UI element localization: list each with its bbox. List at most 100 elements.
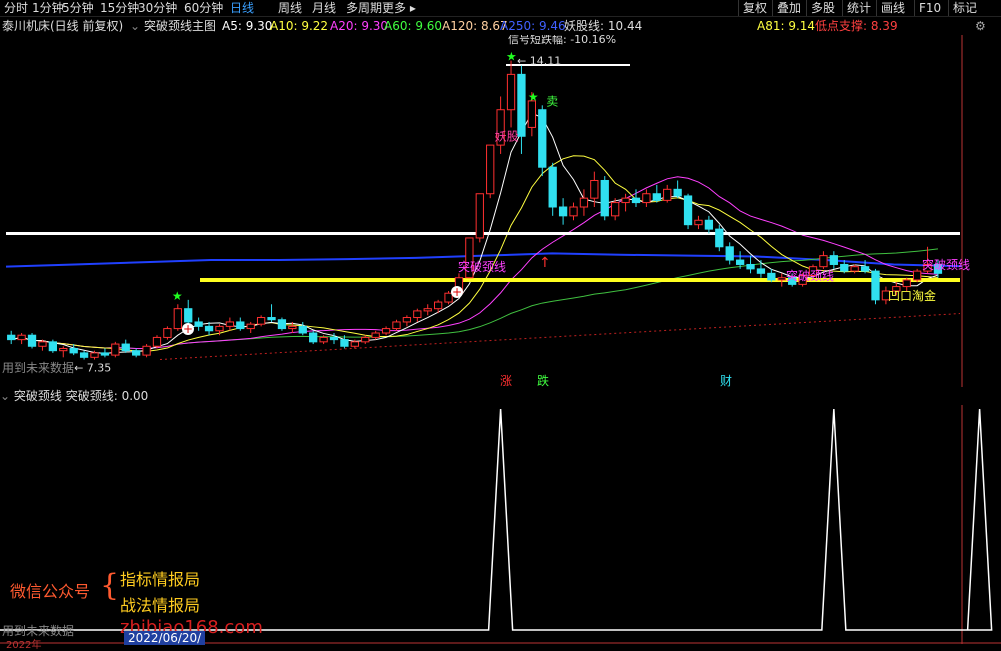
candle-body[interactable] (475, 193, 484, 239)
candle-body[interactable] (548, 166, 557, 208)
indicator-name[interactable]: 突破颈线主图 (144, 17, 216, 35)
toolbar-button-4[interactable]: 画线 (876, 0, 909, 16)
candle-body[interactable] (173, 308, 182, 330)
candle-body[interactable] (319, 336, 328, 343)
candle-body[interactable] (433, 301, 443, 310)
candle-body[interactable] (569, 206, 578, 217)
period-tab-9[interactable]: 多周期 (346, 0, 382, 16)
candle-body[interactable] (590, 179, 599, 199)
candle-body[interactable] (288, 325, 297, 330)
toolbar-button-0[interactable]: 复权 (738, 0, 771, 16)
main-candlestick-chart[interactable]: 信号短跌幅: -10.16%← 14.11← 7.35卖妖股突破颈线突破颈线突破… (0, 35, 1001, 387)
candle-body[interactable] (756, 268, 766, 274)
candle-body[interactable] (715, 228, 724, 248)
candle-body[interactable] (829, 255, 838, 265)
candle-body[interactable] (704, 219, 714, 230)
stock-name[interactable]: 泰川机床(日线 前复权) (2, 17, 123, 35)
candle-body[interactable] (735, 259, 745, 265)
candle-body[interactable] (361, 336, 370, 343)
candle-body[interactable] (486, 144, 495, 195)
candle-body[interactable] (215, 325, 224, 332)
candle-body[interactable] (527, 100, 537, 128)
period-tab-6[interactable]: 日线 (230, 0, 254, 16)
candle-body[interactable] (694, 219, 703, 226)
toolbar-button-5[interactable]: F10 (914, 0, 945, 16)
candle-body[interactable] (194, 321, 203, 327)
candle-body[interactable] (184, 308, 193, 323)
candle-body[interactable] (90, 352, 99, 358)
period-tab-2[interactable]: 5分钟 (62, 0, 94, 16)
candle-body[interactable] (152, 336, 162, 347)
candle-body[interactable] (402, 317, 412, 323)
candle-body[interactable] (371, 332, 380, 338)
candle-body[interactable] (69, 347, 78, 354)
chevron-down-icon[interactable]: ⌄ (130, 17, 140, 35)
candle-body[interactable] (517, 73, 526, 137)
candle-body[interactable] (7, 334, 16, 341)
candle-body[interactable] (663, 188, 672, 201)
sub-indicator-title[interactable]: 突破颈线 (14, 389, 62, 403)
candle-body[interactable] (329, 336, 339, 341)
candle-body[interactable] (246, 323, 255, 330)
candle-body[interactable] (777, 277, 786, 281)
candle-body[interactable] (204, 325, 214, 332)
candle-body[interactable] (132, 350, 141, 356)
chevron-down-icon[interactable]: ⌄ (0, 389, 10, 403)
candle-body[interactable] (642, 193, 651, 204)
candle-body[interactable] (652, 193, 661, 201)
settings-gear-icon[interactable]: ⚙ (975, 17, 986, 35)
candle-body[interactable] (38, 341, 47, 347)
toolbar-button-6[interactable]: 标记 (948, 0, 981, 16)
period-tab-0[interactable]: 分时 (4, 0, 28, 16)
period-tab-10[interactable]: 更多 ▸ (382, 0, 416, 16)
candle-body[interactable] (600, 179, 609, 217)
candle-body[interactable] (48, 341, 58, 352)
candle-body[interactable] (27, 334, 37, 347)
candle-body[interactable] (871, 270, 880, 301)
candle-body[interactable] (267, 317, 276, 321)
candle-body[interactable] (725, 246, 734, 261)
candle-body[interactable] (225, 321, 235, 327)
candle-body[interactable] (631, 197, 641, 204)
candle-body[interactable] (350, 341, 359, 347)
period-tab-8[interactable]: 月线 (312, 0, 336, 16)
candle-body[interactable] (767, 272, 776, 281)
candle-body[interactable] (79, 352, 89, 358)
period-tab-4[interactable]: 30分钟 (138, 0, 177, 16)
period-tab-7[interactable]: 周线 (278, 0, 302, 16)
candle-body[interactable] (381, 328, 391, 334)
candle-body[interactable] (850, 266, 859, 272)
candle-body[interactable] (558, 206, 568, 217)
candle-body[interactable] (413, 310, 422, 319)
candle-body[interactable] (277, 319, 287, 330)
candle-body[interactable] (121, 343, 130, 352)
candle-body[interactable] (256, 317, 266, 325)
candle-body[interactable] (236, 321, 245, 330)
candle-body[interactable] (392, 321, 401, 330)
candle-body[interactable] (611, 202, 620, 217)
toolbar-button-3[interactable]: 统计 (842, 0, 875, 16)
candle-body[interactable] (746, 263, 755, 270)
candle-body[interactable] (17, 334, 26, 341)
candle-body[interactable] (673, 188, 682, 197)
candle-body[interactable] (860, 266, 870, 272)
period-tab-5[interactable]: 60分钟 (184, 0, 223, 16)
candle-body[interactable] (579, 197, 589, 208)
toolbar-button-1[interactable]: 叠加 (772, 0, 805, 16)
candle-body[interactable] (840, 263, 849, 272)
candle-body[interactable] (340, 339, 349, 347)
candle-body[interactable] (309, 332, 318, 343)
candle-body[interactable] (111, 343, 120, 356)
toolbar-button-2[interactable]: 多股 (806, 0, 839, 16)
candle-body[interactable] (819, 255, 828, 268)
candle-body[interactable] (59, 347, 68, 352)
candle-body[interactable] (683, 195, 693, 226)
candle-body[interactable] (538, 109, 547, 168)
candle-body[interactable] (163, 328, 172, 338)
candle-body[interactable] (912, 270, 922, 281)
candle-body[interactable] (100, 352, 110, 356)
period-tab-1[interactable]: 1分钟 (32, 0, 64, 16)
candle-body[interactable] (506, 73, 516, 111)
candle-body[interactable] (423, 308, 432, 312)
candle-body[interactable] (142, 345, 151, 356)
